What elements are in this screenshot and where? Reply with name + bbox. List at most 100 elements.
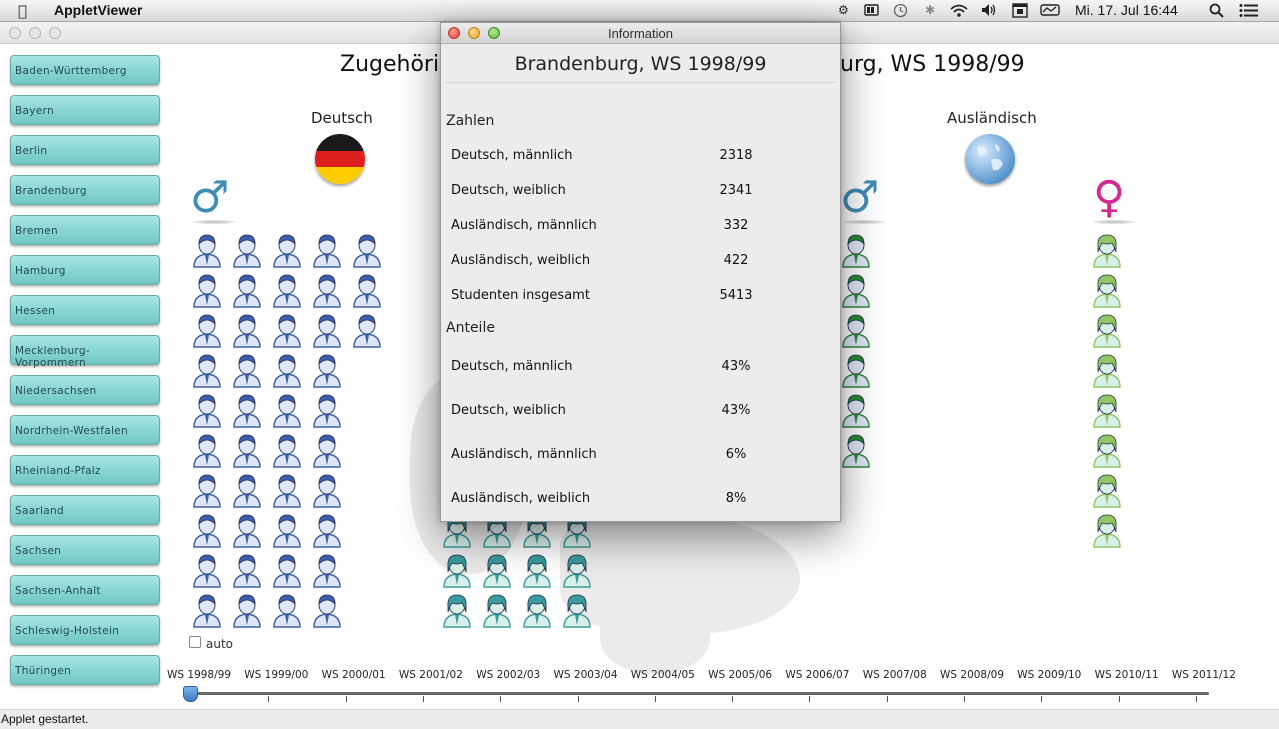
state-button-rheinland-pfalz[interactable]: Rheinland-Pfalz [10, 455, 160, 485]
person-icon [271, 512, 303, 548]
person-icon [311, 312, 343, 348]
person-icon [441, 552, 473, 588]
person-icon [231, 352, 263, 388]
person-icon [191, 472, 223, 508]
year-slider-track[interactable] [189, 692, 1209, 695]
person-icon [481, 552, 513, 588]
window-minimize-icon[interactable] [29, 27, 41, 39]
state-button-berlin[interactable]: Berlin [10, 135, 160, 165]
volume-icon[interactable] [981, 3, 997, 20]
person-icon [311, 272, 343, 308]
app-menu-name[interactable]: AppletViewer [54, 2, 142, 18]
year-label[interactable]: WS 2008/09 [940, 669, 1004, 681]
year-label[interactable]: WS 2006/07 [785, 669, 849, 681]
shares-row-value: 8% [725, 491, 747, 506]
year-label[interactable]: WS 2003/04 [554, 669, 618, 681]
state-button-nordrhein-westfalen[interactable]: Nordrhein-Westfalen [10, 415, 160, 445]
german-flag-icon [315, 134, 365, 184]
person-icon [311, 592, 343, 628]
male-symbol-icon: ♂ [190, 172, 230, 223]
state-button-brandenburg[interactable]: Brandenburg [10, 175, 160, 205]
person-icon [271, 472, 303, 508]
year-label[interactable]: WS 2009/10 [1017, 669, 1081, 681]
year-label[interactable]: WS 1999/00 [244, 669, 308, 681]
year-label[interactable]: WS 2005/06 [708, 669, 772, 681]
year-tick [732, 696, 734, 702]
calendar-icon[interactable] [1012, 3, 1028, 21]
year-label[interactable]: WS 2011/12 [1172, 669, 1236, 681]
year-tick [654, 696, 656, 702]
numbers-row-label: Ausländisch, weiblich [451, 253, 591, 268]
person-icon [191, 392, 223, 428]
shares-row-label: Ausländisch, weiblich [451, 491, 591, 506]
window-close-icon[interactable] [9, 27, 21, 39]
male-symbol-icon: ♂ [840, 172, 880, 223]
year-tick [345, 696, 347, 702]
person-icon [191, 512, 223, 548]
year-label[interactable]: WS 2001/02 [399, 669, 463, 681]
state-button-hessen[interactable]: Hessen [10, 295, 160, 325]
page-title: Zugehörig [340, 52, 454, 77]
year-label[interactable]: WS 2010/11 [1095, 669, 1159, 681]
person-icon [561, 552, 593, 588]
state-button-baden-wuerttemberg[interactable]: Baden-Württemberg [10, 55, 160, 85]
year-slider-thumb[interactable] [183, 686, 198, 702]
state-button-thueringen[interactable]: Thüringen [10, 655, 160, 685]
state-button-mecklenburg-vorpommern[interactable]: Mecklenburg-Vorpommern [10, 335, 160, 369]
person-icon [191, 592, 223, 628]
female-symbol-icon: ♀ [1093, 172, 1126, 223]
state-button-sachsen-anhalt[interactable]: Sachsen-Anhalt [10, 575, 160, 605]
bluetooth-icon[interactable]: ✱ [925, 3, 935, 17]
notification-list-icon[interactable] [1239, 3, 1259, 21]
numbers-row-label: Ausländisch, männlich [451, 218, 597, 233]
person-icon [271, 272, 303, 308]
time-machine-icon[interactable] [893, 3, 908, 21]
page-title-continued: urg, WS 1998/99 [840, 52, 1025, 77]
section-heading-zahlen: Zahlen [446, 113, 495, 129]
auto-checkbox[interactable] [189, 636, 201, 648]
person-icon [191, 312, 223, 348]
year-label[interactable]: WS 2000/01 [322, 669, 386, 681]
apple-menu-icon[interactable]:  [18, 2, 27, 20]
state-button-sachsen[interactable]: Sachsen [10, 535, 160, 565]
numbers-row-value: 332 [723, 218, 749, 233]
year-tick [1195, 696, 1197, 702]
column-label-deutsch: Deutsch [311, 109, 373, 127]
state-button-niedersachsen[interactable]: Niedersachsen [10, 375, 160, 405]
column-label-auslaendisch: Ausländisch [947, 109, 1037, 127]
year-tick [886, 696, 888, 702]
person-icon [191, 552, 223, 588]
shares-row-value: 43% [721, 403, 751, 418]
person-icon [840, 232, 872, 268]
numbers-row-value: 2341 [719, 183, 753, 198]
state-button-schleswig-holstein[interactable]: Schleswig-Holstein [10, 615, 160, 645]
script-menu-icon[interactable]: ⚙ [838, 3, 849, 17]
year-label[interactable]: WS 2002/03 [476, 669, 540, 681]
state-button-saarland[interactable]: Saarland [10, 495, 160, 525]
person-icon [271, 392, 303, 428]
person-icon [311, 232, 343, 268]
activity-monitor-icon[interactable] [1040, 3, 1062, 20]
year-label[interactable]: WS 1998/99 [167, 669, 231, 681]
state-button-bremen[interactable]: Bremen [10, 215, 160, 245]
dialog-title: Information [607, 26, 674, 41]
person-icon [521, 592, 553, 628]
year-label[interactable]: WS 2007/08 [863, 669, 927, 681]
person-icon [231, 592, 263, 628]
person-icon [351, 312, 383, 348]
state-button-bayern[interactable]: Bayern [10, 95, 160, 125]
person-icon [351, 232, 383, 268]
year-label[interactable]: WS 2004/05 [631, 669, 695, 681]
battery-meter-icon[interactable] [864, 3, 880, 20]
person-icon [840, 312, 872, 348]
window-zoom-icon[interactable] [49, 27, 61, 39]
state-button-hamburg[interactable]: Hamburg [10, 255, 160, 285]
menubar-clock[interactable]: Mi. 17. Jul 16:44 [1075, 2, 1178, 18]
numbers-row-value: 2318 [719, 148, 753, 163]
year-tick [577, 696, 579, 702]
information-dialog: Information Brandenburg, WS 1998/99 Zahl… [440, 22, 841, 522]
spotlight-search-icon[interactable] [1209, 3, 1224, 21]
wifi-icon[interactable] [949, 3, 969, 21]
person-icon [311, 352, 343, 388]
dialog-titlebar: Information [441, 23, 840, 44]
